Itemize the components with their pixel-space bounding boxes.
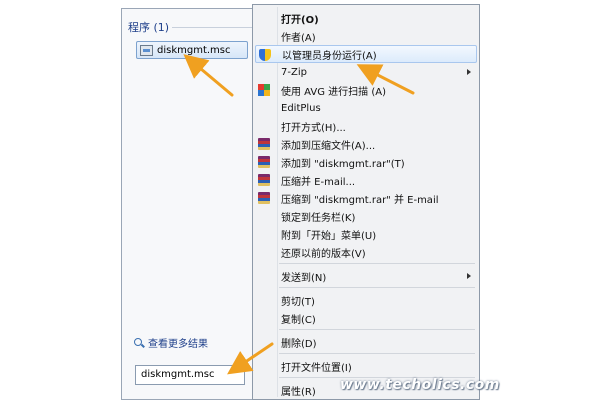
- uac-shield-icon: [259, 49, 271, 61]
- winrar-icon: [258, 156, 270, 168]
- submenu-arrow-icon: [467, 69, 471, 75]
- menu-item-label: 锁定到任务栏(K): [281, 212, 356, 224]
- submenu-arrow-icon: [467, 273, 471, 279]
- menu-item-label: 使用 AVG 进行扫描 (A): [281, 86, 386, 98]
- section-divider: [172, 27, 252, 28]
- menu-item-add-to-rar[interactable]: 添加到 "diskmgmt.rar"(T): [255, 153, 477, 171]
- menu-item-copy[interactable]: 复制(C): [255, 309, 477, 327]
- msc-app-icon: [140, 44, 153, 56]
- program-result-label: diskmgmt.msc: [157, 44, 231, 56]
- menu-item-compress-email[interactable]: 压缩并 E-mail...: [255, 171, 477, 189]
- start-menu-panel: 程序 (1) diskmgmt.msc 查看更多结果 diskmgmt.msc: [121, 8, 256, 400]
- menu-item-run-as-admin[interactable]: 以管理员身份运行(A): [255, 45, 477, 63]
- menu-item-author[interactable]: 作者(A): [255, 27, 477, 45]
- menu-item-label: 属性(R): [281, 386, 316, 398]
- menu-item-editplus[interactable]: EditPlus: [255, 99, 477, 117]
- menu-item-label: 打开文件位置(I): [281, 362, 352, 374]
- menu-separator: [279, 287, 475, 288]
- context-menu: 打开(O) 作者(A) 以管理员身份运行(A) 7-Zip 使用 AVG 进行扫…: [252, 4, 480, 400]
- menu-item-pin-start[interactable]: 附到「开始」菜单(U): [255, 225, 477, 243]
- menu-item-open-file-location[interactable]: 打开文件位置(I): [255, 357, 477, 375]
- menu-item-pin-taskbar[interactable]: 锁定到任务栏(K): [255, 207, 477, 225]
- menu-item-label: 以管理员身份运行(A): [282, 50, 377, 62]
- menu-item-label: 压缩并 E-mail...: [281, 176, 356, 188]
- start-search-input[interactable]: diskmgmt.msc: [135, 365, 245, 385]
- menu-item-label: 发送到(N): [281, 272, 327, 284]
- menu-item-open-with[interactable]: 打开方式(H)...: [255, 117, 477, 135]
- menu-item-label: 删除(D): [281, 338, 317, 350]
- menu-item-label: 复制(C): [281, 314, 316, 326]
- menu-item-label: 作者(A): [281, 32, 316, 44]
- avg-icon: [258, 84, 270, 96]
- menu-item-label: 压缩到 "diskmgmt.rar" 并 E-mail: [281, 194, 439, 206]
- menu-item-restore-versions[interactable]: 还原以前的版本(V): [255, 243, 477, 261]
- see-more-results-label: 查看更多结果: [148, 339, 208, 350]
- menu-item-label: 剪切(T): [281, 296, 315, 308]
- menu-item-label: 打开方式(H)...: [281, 122, 346, 134]
- winrar-icon: [258, 192, 270, 204]
- menu-item-label: EditPlus: [281, 102, 321, 114]
- menu-item-avg-scan[interactable]: 使用 AVG 进行扫描 (A): [255, 81, 477, 99]
- menu-separator: [279, 329, 475, 330]
- menu-item-add-to-archive[interactable]: 添加到压缩文件(A)...: [255, 135, 477, 153]
- menu-item-delete[interactable]: 删除(D): [255, 333, 477, 351]
- program-result-diskmgmt[interactable]: diskmgmt.msc: [136, 41, 248, 59]
- menu-item-label: 添加到 "diskmgmt.rar"(T): [281, 158, 405, 170]
- menu-item-label: 打开(O): [281, 14, 319, 26]
- menu-item-label: 还原以前的版本(V): [281, 248, 366, 260]
- winrar-icon: [258, 174, 270, 186]
- menu-separator: [279, 353, 475, 354]
- watermark-text: www.techolics.com: [340, 377, 500, 393]
- programs-section-header: 程序 (1): [128, 21, 170, 34]
- menu-item-label: 7-Zip: [281, 66, 307, 78]
- see-more-results-link[interactable]: 查看更多结果: [134, 335, 208, 350]
- menu-item-7zip[interactable]: 7-Zip: [255, 63, 477, 81]
- menu-item-compress-rar-email[interactable]: 压缩到 "diskmgmt.rar" 并 E-mail: [255, 189, 477, 207]
- menu-separator: [279, 263, 475, 264]
- menu-item-send-to[interactable]: 发送到(N): [255, 267, 477, 285]
- menu-item-open[interactable]: 打开(O): [255, 9, 477, 27]
- search-icon: [134, 337, 144, 348]
- menu-item-label: 附到「开始」菜单(U): [281, 230, 377, 242]
- menu-item-label: 添加到压缩文件(A)...: [281, 140, 376, 152]
- menu-item-cut[interactable]: 剪切(T): [255, 291, 477, 309]
- winrar-icon: [258, 138, 270, 150]
